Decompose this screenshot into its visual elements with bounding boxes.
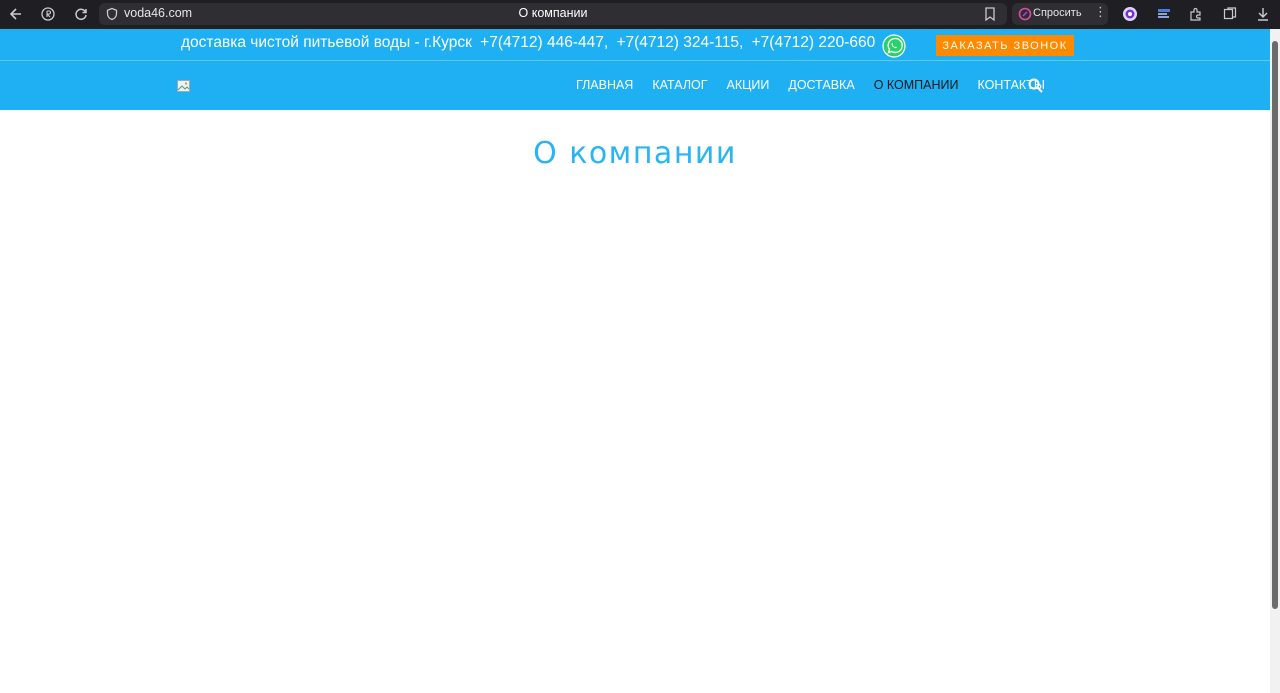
page-scrollbar[interactable] [1270, 29, 1280, 693]
extension-icon[interactable] [1188, 6, 1204, 22]
back-icon[interactable] [6, 4, 26, 24]
yandex-icon[interactable] [38, 4, 58, 24]
nav-item-delivery[interactable]: ДОСТАВКА [788, 78, 854, 92]
whatsapp-icon[interactable] [882, 34, 906, 58]
search-icon[interactable] [1028, 78, 1043, 93]
alice-icon[interactable] [1122, 6, 1138, 22]
nav-item-about[interactable]: О КОМПАНИИ [874, 78, 959, 92]
site-top-strip: доставка чистой питьевой воды - г.Курск … [0, 29, 1270, 60]
translate-icon[interactable] [1156, 6, 1172, 22]
collections-icon[interactable] [1222, 6, 1238, 22]
main-navbar: ГЛАВНАЯ КАТАЛОГ АКЦИИ ДОСТАВКА О КОМПАНИ… [0, 61, 1270, 110]
address-bar[interactable]: voda46.com О компании [99, 3, 1007, 25]
ask-ai-icon [1018, 7, 1032, 21]
page-title: О компании [533, 136, 737, 171]
ask-button[interactable]: Спросить ⋮ [1012, 3, 1108, 25]
nav-item-home[interactable]: ГЛАВНАЯ [576, 78, 633, 92]
nav-item-promotions[interactable]: АКЦИИ [727, 78, 770, 92]
download-icon[interactable] [1255, 6, 1271, 22]
delivery-text: доставка чистой питьевой воды - г.Курск [181, 34, 472, 51]
nav-item-catalog[interactable]: КАТАЛОГ [652, 78, 707, 92]
phone-link-1[interactable]: +7(4712) 446-447, [480, 34, 608, 51]
order-call-button[interactable]: ЗАКАЗАТЬ ЗВОНОК [936, 35, 1074, 56]
ask-label: Спросить [1033, 7, 1082, 19]
broken-image-icon[interactable] [177, 80, 190, 92]
nav-menu: ГЛАВНАЯ КАТАЛОГ АКЦИИ ДОСТАВКА О КОМПАНИ… [576, 78, 1064, 92]
tab-page-title: О компании [518, 6, 588, 20]
bookmark-icon[interactable] [983, 6, 997, 22]
reload-icon[interactable] [71, 4, 91, 24]
contact-info: доставка чистой питьевой воды - г.Курск … [181, 34, 879, 52]
browser-toolbar: voda46.com О компании Спросить ⋮ [0, 0, 1280, 29]
scrollbar-thumb[interactable] [1272, 41, 1278, 609]
more-menu-icon[interactable]: ⋮ [1094, 5, 1107, 20]
phone-link-3[interactable]: +7(4712) 220-660 [752, 34, 876, 51]
phone-link-2[interactable]: +7(4712) 324-115, [616, 34, 743, 51]
